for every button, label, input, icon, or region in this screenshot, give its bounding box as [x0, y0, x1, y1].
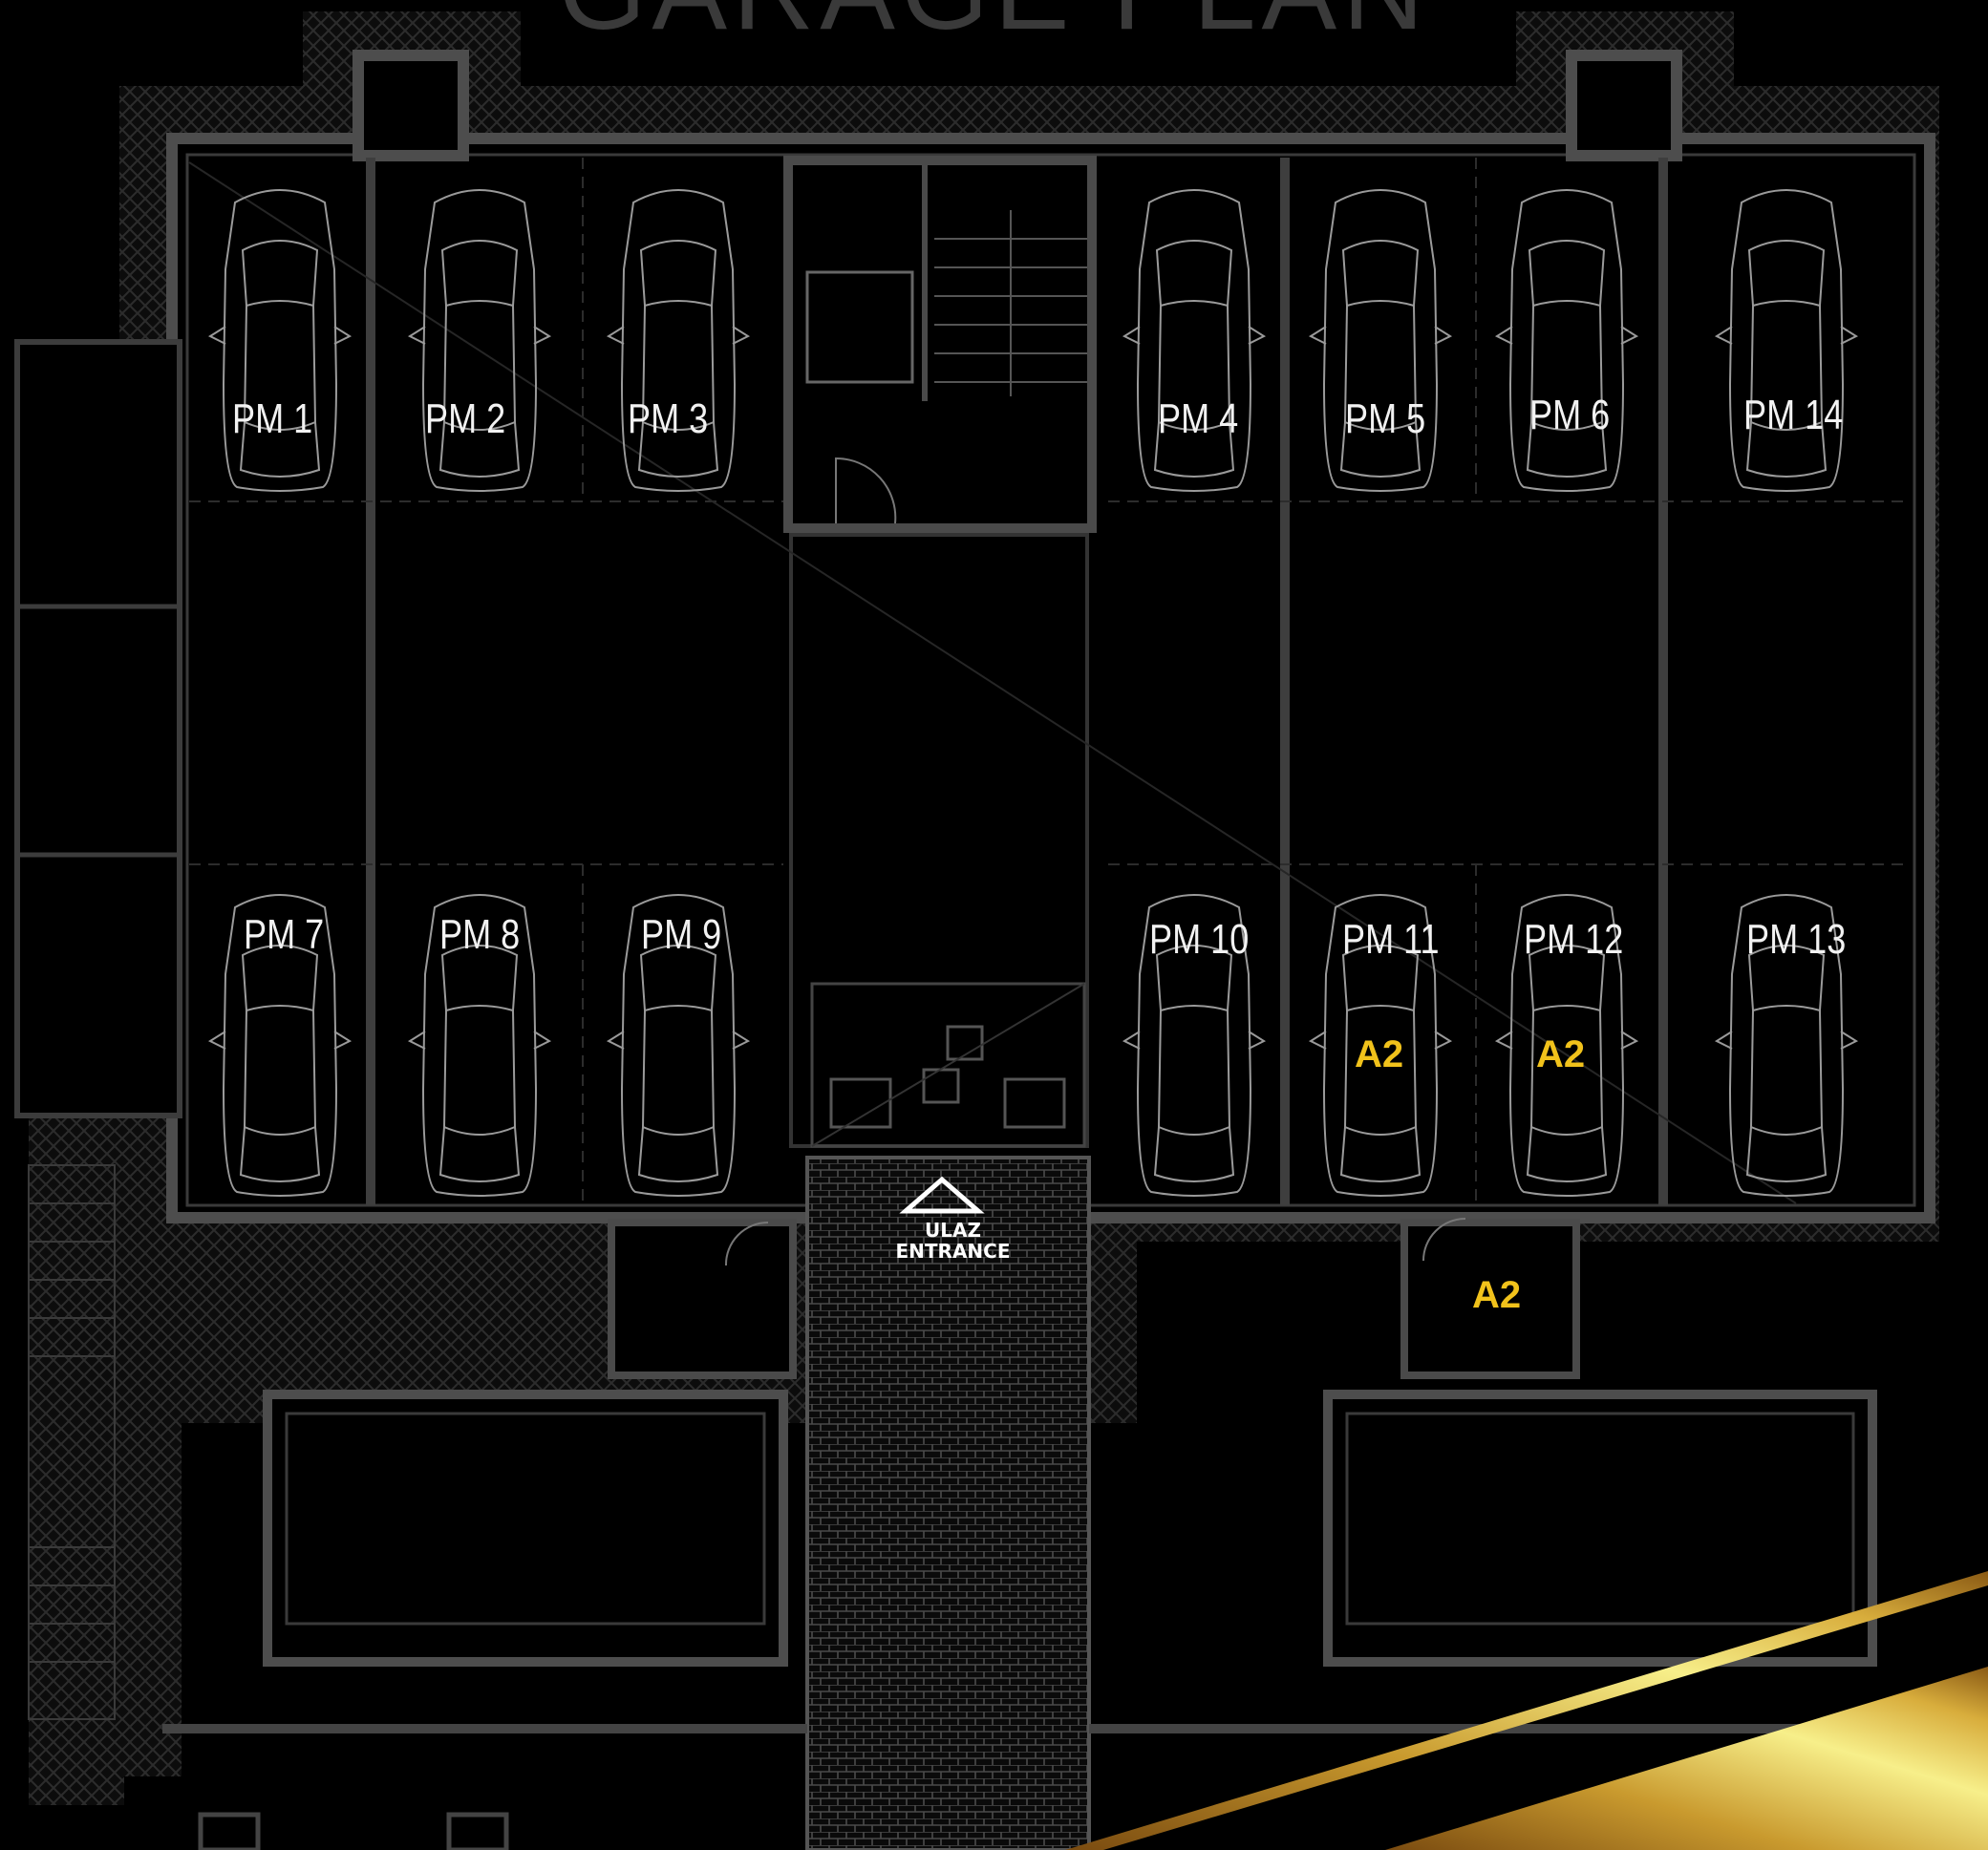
parking-space-label: PM 3: [628, 395, 709, 442]
entrance-label: ULAZ ENTRANCE: [860, 1220, 1046, 1262]
apartment-tag: A2: [1536, 1033, 1586, 1075]
parking-space-label: PM 13: [1746, 916, 1847, 963]
gold-band-decoration: [1385, 1667, 1988, 1850]
parking-space-label: PM 14: [1743, 392, 1844, 438]
parking-space-label: PM 7: [244, 911, 325, 958]
entrance-label-english: ENTRANCE: [895, 1240, 1011, 1263]
parking-space-label: PM 1: [232, 395, 313, 442]
entrance-label-local: ULAZ: [925, 1219, 981, 1242]
parking-space-label: PM 12: [1524, 916, 1624, 963]
parking-space-label: PM 2: [425, 395, 506, 442]
parking-space-label: PM 9: [641, 911, 722, 958]
parking-space-label: PM 4: [1158, 395, 1239, 442]
parking-space-label: PM 11: [1342, 916, 1440, 963]
parking-space-label: PM 5: [1345, 395, 1426, 442]
apartment-tag: A2: [1472, 1274, 1522, 1316]
parking-space-label: PM 6: [1529, 392, 1611, 438]
page-title: GARAGE PLAN: [0, 0, 1988, 55]
parking-space-label: PM 8: [439, 911, 521, 958]
apartment-tag: A2: [1355, 1033, 1404, 1075]
parking-space-label: PM 10: [1149, 916, 1250, 963]
